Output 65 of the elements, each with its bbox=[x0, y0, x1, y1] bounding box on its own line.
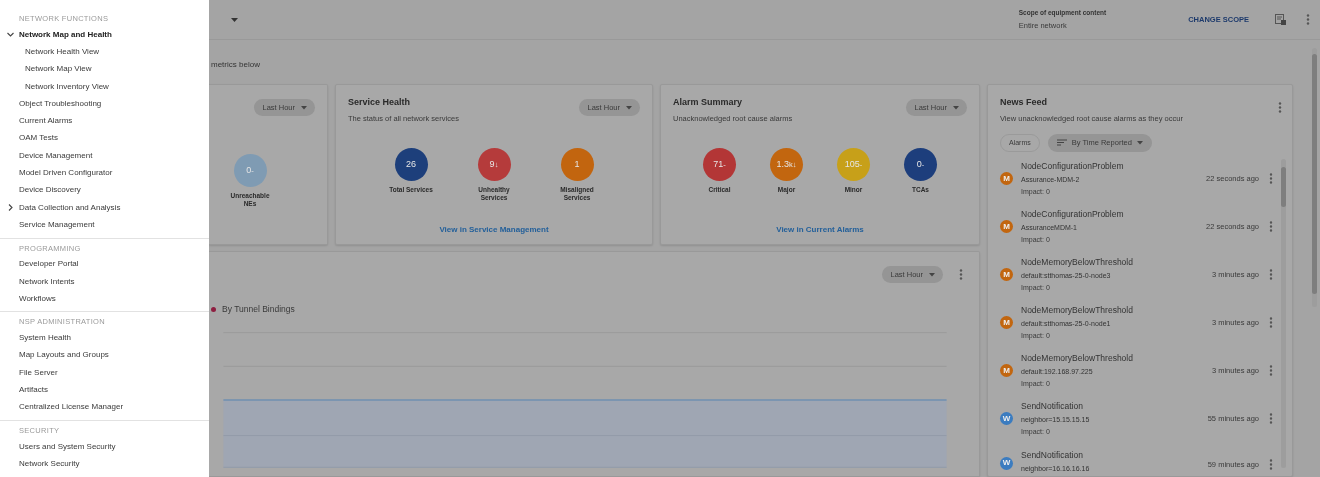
menu-item[interactable]: System Health bbox=[0, 329, 78, 347]
kebab-menu-icon[interactable] bbox=[1269, 317, 1273, 329]
kebab-menu-icon[interactable] bbox=[1269, 221, 1273, 233]
card-title: Alarm Summary bbox=[673, 96, 744, 109]
caret-icon bbox=[929, 272, 935, 277]
menu-item[interactable]: Network Inventory View bbox=[0, 77, 115, 96]
menu-item[interactable]: Model Driven Configurator bbox=[0, 164, 119, 182]
dropdown-caret-icon[interactable] bbox=[231, 17, 238, 22]
caret-icon bbox=[301, 105, 307, 110]
kebab-menu-icon[interactable] bbox=[1278, 102, 1282, 113]
kebab-menu-icon[interactable] bbox=[1269, 365, 1273, 377]
intro-text: metrics below bbox=[211, 59, 260, 71]
alarm-name[interactable]: SendNotification bbox=[1021, 399, 1090, 413]
kebab-menu-icon[interactable] bbox=[1269, 173, 1273, 185]
scrollbar[interactable] bbox=[1312, 48, 1317, 307]
menu-item[interactable]: Network Health View bbox=[0, 43, 106, 61]
alarm-name[interactable]: NodeMemoryBelowThreshold bbox=[1021, 351, 1133, 365]
card-title: Service Health bbox=[348, 96, 412, 109]
kebab-menu-icon[interactable] bbox=[1269, 413, 1273, 425]
menu-item[interactable]: Network Security bbox=[0, 455, 86, 473]
severity-badge: W bbox=[1000, 412, 1013, 426]
caret-icon bbox=[1136, 140, 1143, 145]
menu-item[interactable]: OAM Tests bbox=[0, 129, 64, 148]
severity-badge: W bbox=[1000, 456, 1013, 470]
menu-item[interactable]: Network Map View bbox=[0, 60, 98, 78]
menu-item[interactable]: Artifacts bbox=[0, 381, 54, 399]
alarm-name[interactable]: NodeConfigurationProblem bbox=[1021, 159, 1124, 173]
severity-badge: M bbox=[1000, 316, 1013, 330]
kebab-menu-icon[interactable] bbox=[1306, 14, 1310, 25]
alarm-name[interactable]: SendNotification bbox=[1021, 448, 1090, 462]
alarm-name[interactable]: NodeMemoryBelowThreshold bbox=[1021, 303, 1133, 317]
menu-item[interactable]: Network Intents bbox=[0, 272, 81, 291]
severity-badge: M bbox=[1000, 268, 1013, 282]
menu-item[interactable]: Users and System Security bbox=[0, 437, 122, 456]
document-icon[interactable] bbox=[1275, 14, 1286, 25]
menu-item[interactable]: Developer Portal bbox=[0, 255, 85, 273]
caret-icon bbox=[626, 105, 632, 110]
count-circle: 26 bbox=[394, 147, 428, 181]
menu-item[interactable]: Object Troubleshooting bbox=[0, 95, 108, 113]
kebab-menu-icon[interactable] bbox=[1269, 269, 1273, 281]
caret-icon bbox=[953, 105, 959, 110]
count-circle: 1 bbox=[560, 147, 594, 181]
chevron-down-icon bbox=[6, 30, 15, 40]
chevron-right-icon bbox=[6, 203, 15, 213]
menu-item[interactable]: Network Map and Health bbox=[0, 26, 118, 44]
menu-item[interactable]: Device Management bbox=[0, 147, 99, 165]
card-title: News Feed bbox=[1000, 96, 1049, 109]
menu-item[interactable]: Centralized License Manager bbox=[0, 398, 130, 416]
alarm-name[interactable]: NodeConfigurationProblem bbox=[1021, 207, 1124, 221]
menu-item[interactable]: Device Discovery bbox=[0, 181, 87, 199]
kebab-menu-icon[interactable] bbox=[959, 269, 963, 280]
menu-item[interactable]: Workflows bbox=[0, 290, 62, 308]
kebab-menu-icon[interactable] bbox=[1269, 458, 1273, 470]
menu-item[interactable]: Data Collection and Analysis bbox=[0, 198, 127, 217]
alarm-name[interactable]: NodeMemoryBelowThreshold bbox=[1021, 255, 1133, 269]
menu-item[interactable]: Current Alarms bbox=[0, 112, 79, 130]
sort-icon bbox=[1056, 139, 1067, 147]
legend-label[interactable]: By Tunnel Bindings bbox=[222, 303, 295, 316]
severity-badge: M bbox=[1000, 220, 1013, 234]
scrollbar[interactable] bbox=[1281, 158, 1286, 468]
severity-badge: M bbox=[1000, 172, 1013, 186]
menu-item[interactable]: File Server bbox=[0, 364, 64, 382]
menu-item[interactable]: Map Layouts and Groups bbox=[0, 346, 115, 365]
menu-item[interactable]: Service Management bbox=[0, 216, 101, 234]
severity-badge: M bbox=[1000, 364, 1013, 378]
